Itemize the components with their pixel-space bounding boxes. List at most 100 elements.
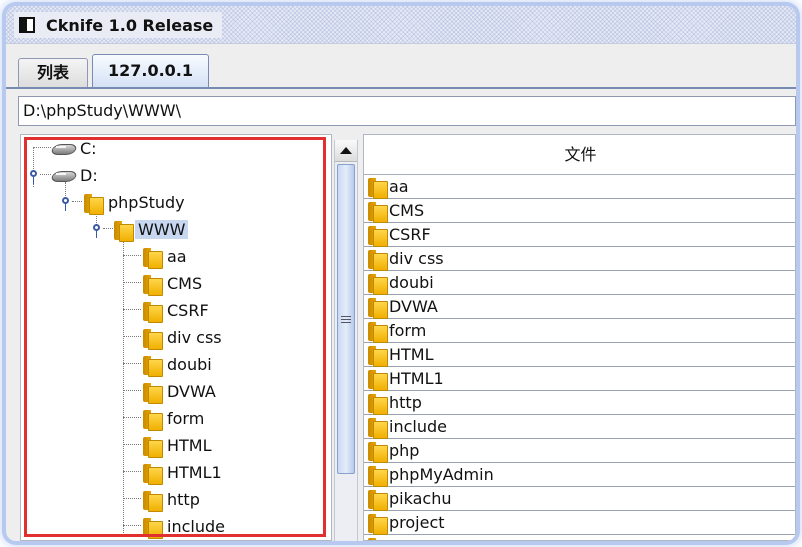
tree-node-label: div css [167, 327, 222, 347]
folder-icon [368, 176, 388, 199]
file-row[interactable]: CSRF [364, 223, 795, 247]
tree-node-child[interactable]: http [143, 487, 200, 512]
folder-icon [368, 536, 386, 540]
tree-node-label: include [167, 516, 225, 536]
folder-icon [368, 224, 388, 247]
file-row[interactable]: CMS [364, 199, 795, 223]
tree-node-child[interactable]: form [143, 406, 204, 431]
tree-connector [123, 336, 141, 337]
tree-node-www[interactable]: WWW [114, 217, 189, 242]
tree-connector [123, 363, 141, 364]
tree-node-label: HTML [167, 435, 212, 455]
file-row[interactable]: include [364, 415, 795, 439]
folder-icon [368, 512, 388, 535]
file-row[interactable]: aa [364, 175, 795, 199]
folder-icon [143, 273, 163, 296]
tree-node-phpstudy[interactable]: phpStudy [84, 190, 185, 215]
scroll-up-button[interactable] [335, 140, 357, 162]
file-name: HTML [389, 345, 434, 364]
drive-icon [52, 141, 74, 155]
drive-icon [52, 168, 74, 182]
file-row[interactable]: doubi [364, 271, 795, 295]
file-name: HTML1 [389, 369, 444, 388]
tree-node-child[interactable]: div css [143, 325, 222, 350]
tree-connector [123, 471, 141, 472]
file-row[interactable]: phpMyAdmin [364, 463, 795, 487]
tab-host[interactable]: 127.0.0.1 [92, 54, 209, 88]
folder-icon [368, 440, 388, 463]
tree-node-label: aa [167, 246, 187, 266]
tree-node-child[interactable]: CSRF [143, 298, 209, 323]
file-row[interactable]: DVWA [364, 295, 795, 319]
tree-node-drive-c[interactable]: C: [52, 136, 97, 160]
path-input[interactable]: D:\phpStudy\WWW\ [18, 96, 796, 126]
column-header-file[interactable]: 文件 [364, 135, 795, 175]
file-name: include [389, 417, 447, 436]
tree-node-child[interactable]: DVWA [143, 379, 216, 404]
tree-connector [123, 498, 141, 499]
folder-icon [368, 296, 388, 319]
folder-icon [143, 462, 163, 485]
app-window: Cknife 1.0 Release 列表 127.0.0.1 D:\phpSt… [6, 6, 796, 541]
tree-connector [33, 147, 51, 148]
file-row[interactable]: form [364, 319, 795, 343]
file-name: div css [389, 249, 444, 268]
tree-connector [123, 390, 141, 391]
tree-node-child[interactable]: aa [143, 244, 187, 269]
file-row[interactable]: project [364, 511, 795, 535]
expand-handle-phpstudy[interactable] [62, 197, 69, 211]
app-icon [19, 17, 35, 33]
tree-node-child[interactable]: CMS [143, 271, 203, 296]
folder-icon [368, 320, 388, 343]
folder-icon [143, 381, 163, 404]
tree-connector [123, 282, 141, 283]
title-bar[interactable]: Cknife 1.0 Release [6, 6, 796, 44]
file-name: form [389, 321, 427, 340]
tree-node-label: D: [80, 165, 98, 185]
tree-node-label: DVWA [167, 381, 216, 401]
tab-bar: 列表 127.0.0.1 [6, 44, 796, 89]
folder-icon [368, 464, 388, 487]
folder-icon [143, 246, 163, 269]
folder-icon [368, 368, 388, 391]
tree-node-label: doubi [167, 354, 212, 374]
scroll-thumb[interactable] [337, 164, 355, 474]
tree-node-child[interactable]: HTML [143, 433, 212, 458]
folder-icon [143, 489, 163, 512]
file-row[interactable]: http [364, 391, 795, 415]
tree-node-label: CMS [167, 273, 203, 293]
file-row[interactable]: python [364, 535, 795, 540]
folder-icon [368, 248, 388, 271]
tree-node-label: C: [80, 138, 97, 158]
window-title: Cknife 1.0 Release [46, 16, 214, 35]
file-name: aa [389, 177, 409, 196]
folder-icon [368, 416, 388, 439]
file-row[interactable]: HTML [364, 343, 795, 367]
folder-icon [368, 272, 388, 295]
tree-node-child[interactable]: HTML1 [143, 460, 222, 485]
folder-icon [143, 435, 163, 458]
file-row[interactable]: pikachu [364, 487, 795, 511]
tree-connector [123, 309, 141, 310]
folder-icon [368, 344, 388, 367]
tree-connector [103, 228, 113, 229]
expand-handle-d[interactable] [30, 170, 37, 184]
tree-node-drive-d[interactable]: D: [52, 163, 98, 187]
file-row[interactable]: HTML1 [364, 367, 795, 391]
folder-icon [368, 392, 388, 415]
file-list[interactable]: 文件 aa CMS CSRF div css doubi DVWA form H… [363, 134, 796, 541]
folder-icon [143, 354, 163, 377]
tab-list[interactable]: 列表 [18, 58, 88, 88]
file-name: doubi [389, 273, 434, 292]
expand-handle-www[interactable] [93, 224, 100, 238]
tree-connector [123, 255, 141, 256]
folder-icon [368, 200, 388, 223]
file-row[interactable]: div css [364, 247, 795, 271]
tree-node-child[interactable]: doubi [143, 352, 212, 377]
file-row[interactable]: php [364, 439, 795, 463]
tree-scrollbar[interactable] [334, 140, 358, 541]
tree-connector [72, 201, 82, 202]
tree-node-label: CSRF [167, 300, 209, 320]
tree-node-child[interactable]: include [143, 514, 225, 539]
folder-icon [143, 300, 163, 323]
